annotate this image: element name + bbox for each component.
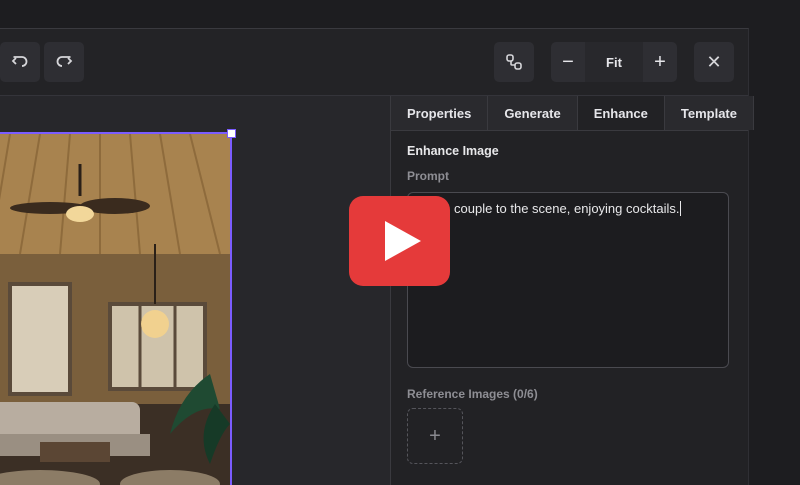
toolbar: − Fit + ✕ <box>0 29 748 96</box>
canvas-area[interactable] <box>0 96 391 485</box>
redo-icon <box>56 56 73 67</box>
plus-icon: + <box>429 424 441 447</box>
add-reference-image-button[interactable]: + <box>407 408 463 464</box>
close-button[interactable]: ✕ <box>694 42 734 82</box>
zoom-level[interactable]: Fit <box>585 42 643 82</box>
redo-button[interactable] <box>44 42 84 82</box>
undo-icon <box>11 56 28 67</box>
text-cursor <box>680 201 682 216</box>
prompt-label: Prompt <box>407 169 449 183</box>
panel-tabs: Properties Generate Enhance Template <box>391 96 754 131</box>
tab-generate[interactable]: Generate <box>488 96 578 130</box>
play-icon <box>384 221 421 261</box>
link-icon <box>506 54 522 70</box>
room-photo[interactable] <box>0 132 232 485</box>
link-button[interactable] <box>494 42 534 82</box>
zoom-in-button[interactable]: + <box>643 42 677 82</box>
tab-properties[interactable]: Properties <box>391 96 489 130</box>
tab-template[interactable]: Template <box>664 96 754 130</box>
side-panel: Properties Generate Enhance Template Enh… <box>391 96 754 485</box>
zoom-out-button[interactable]: − <box>551 42 585 82</box>
section-title: Enhance Image <box>407 144 499 158</box>
room-illustration <box>0 134 230 485</box>
prompt-text: couple to the scene, enjoying cocktails. <box>454 201 680 216</box>
undo-button[interactable] <box>0 42 40 82</box>
tab-enhance[interactable]: Enhance <box>577 96 665 130</box>
close-icon: ✕ <box>706 51 722 72</box>
play-button[interactable] <box>349 196 450 286</box>
prompt-textarea[interactable]: couple to the scene, enjoying cocktails. <box>407 192 729 368</box>
zoom-control: − Fit + <box>551 42 677 82</box>
resize-handle[interactable] <box>227 129 236 138</box>
reference-images-label: Reference Images (0/6) <box>407 387 538 401</box>
